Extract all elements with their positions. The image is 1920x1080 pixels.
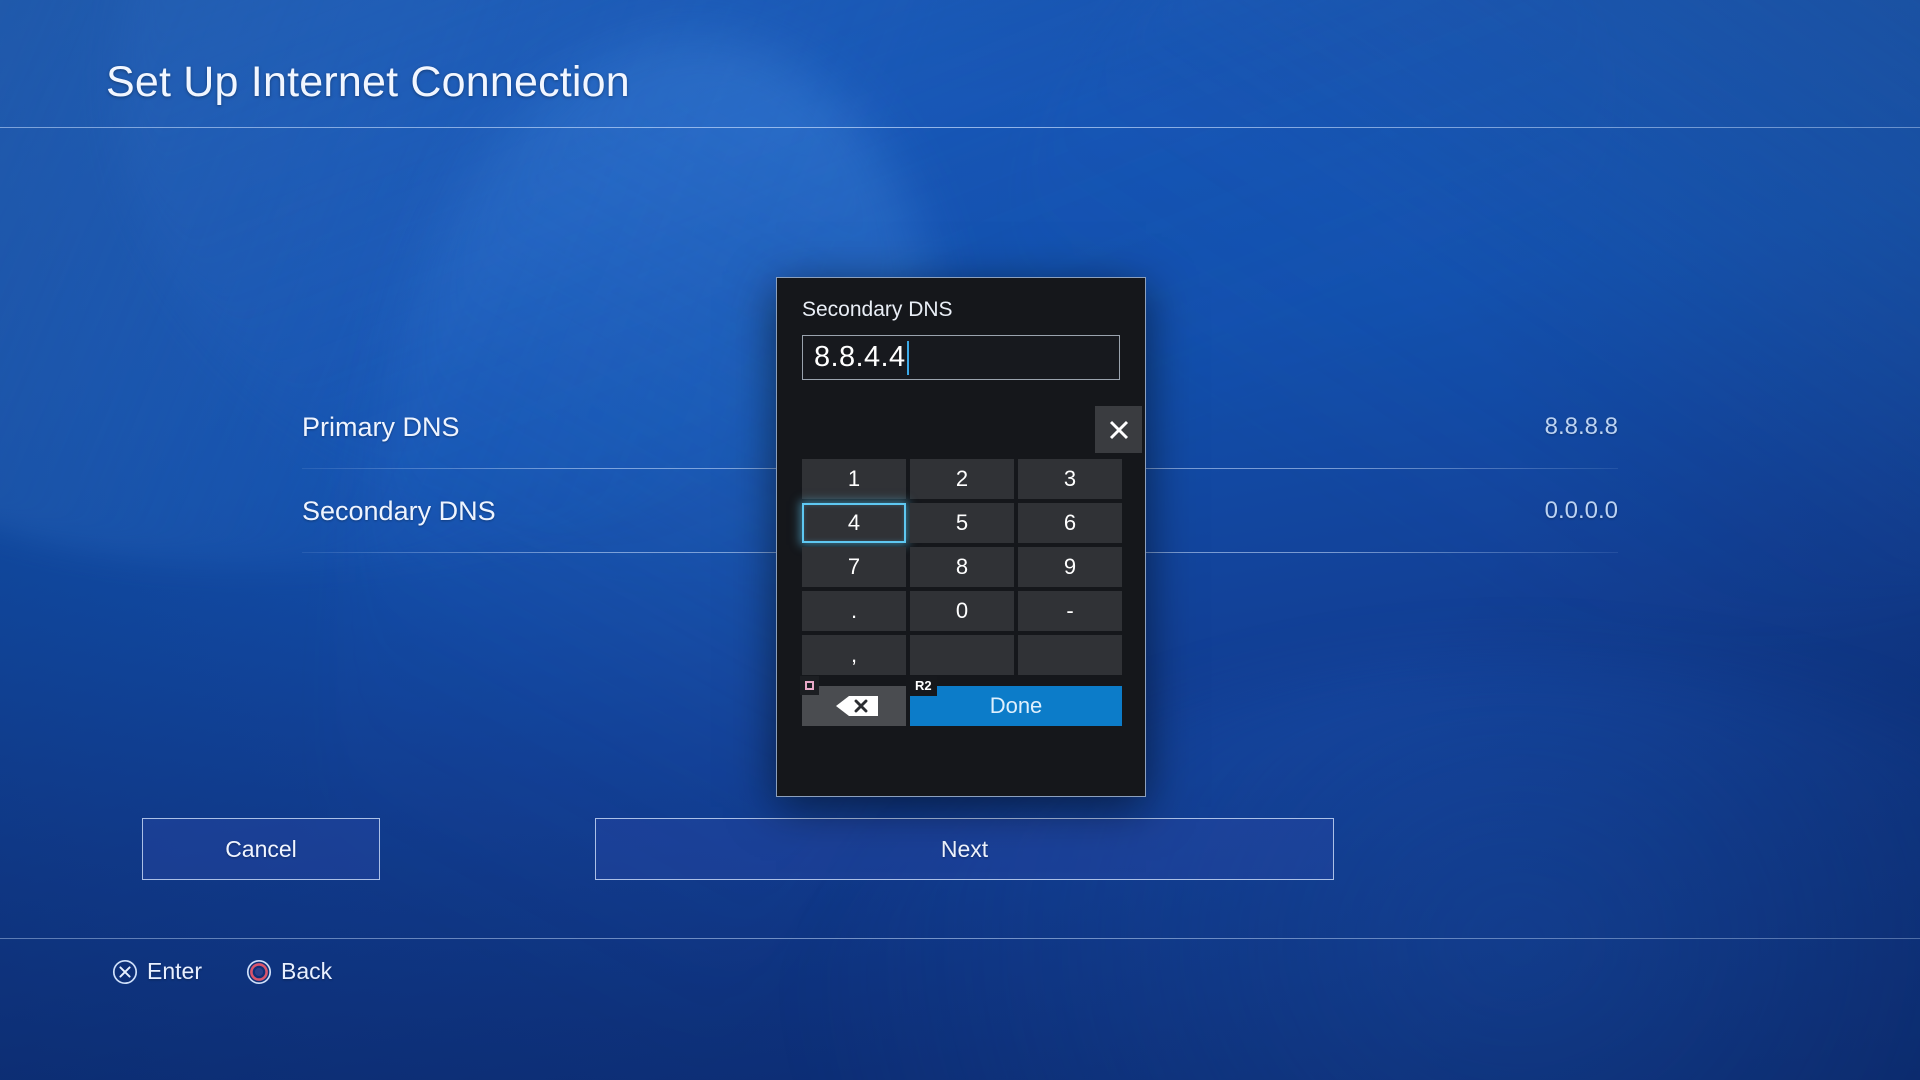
keypad-key-6[interactable]: 6 [1018,503,1122,543]
setting-label: Secondary DNS [302,495,496,526]
circle-button-icon [246,959,272,984]
done-button-label: Done [989,693,1043,718]
keypad-key-2[interactable]: 2 [910,459,1014,499]
keypad-key-8[interactable]: 8 [910,547,1014,587]
keyboard-text-input[interactable]: 8.8.4.4 [802,335,1120,380]
onscreen-keyboard-dialog: Secondary DNS 8.8.4.4 123 456 789.0-, R2 D… [776,277,1146,797]
setting-value: 8.8.8.8 [1544,413,1618,440]
backspace-icon [836,696,878,716]
keypad-key-.[interactable]: . [802,591,906,631]
keypad-key--[interactable]: - [1018,591,1122,631]
keyboard-title: Secondary DNS [802,298,953,321]
setting-value: 0.0.0.0 [1544,497,1618,524]
hint-enter: Enter [112,958,202,985]
page-title: Set Up Internet Connection [106,58,630,106]
keypad-key-9[interactable]: 9 [1018,547,1122,587]
keypad-key-4[interactable]: 4 [802,503,906,543]
keypad-key-1[interactable]: 1 [802,459,906,499]
action-button-group: Cancel Next [142,818,1334,880]
footer-hints: Enter Back [112,958,332,985]
ps4-settings-screen: Set Up Internet Connection Primary DNS 8… [0,0,1920,1080]
keypad-key-blank [910,635,1014,675]
backspace-key[interactable] [800,676,906,726]
cross-button-icon [112,959,138,984]
keypad-key-,[interactable]: , [802,635,906,675]
keypad-key-5[interactable]: 5 [910,503,1014,543]
next-button[interactable]: Next [595,818,1334,880]
hint-label: Back [280,958,333,984]
cancel-button[interactable]: Cancel [142,818,380,880]
header-divider [0,127,1920,128]
numeric-keypad: 123 456 789.0-, [802,459,1122,675]
close-icon [1109,420,1128,439]
keypad-key-7[interactable]: 7 [802,547,906,587]
page-header: Set Up Internet Connection [0,0,1920,128]
done-button[interactable]: R2 Done [910,676,1122,726]
keypad-key-blank [1018,635,1122,675]
hint-label: Enter [147,958,202,984]
text-caret [906,340,909,375]
setting-label: Primary DNS [302,411,460,442]
footer-divider [0,938,1920,939]
square-button-icon [800,676,819,695]
close-icon-button[interactable] [1095,406,1142,453]
keypad-key-0[interactable]: 0 [910,591,1014,631]
hint-back: Back [246,958,332,985]
keyboard-bottom-row: R2 Done [800,676,1122,726]
keypad-key-3[interactable]: 3 [1018,459,1122,499]
r2-trigger-badge: R2 [910,676,937,696]
keyboard-input-value: 8.8.4.4 [814,341,906,373]
